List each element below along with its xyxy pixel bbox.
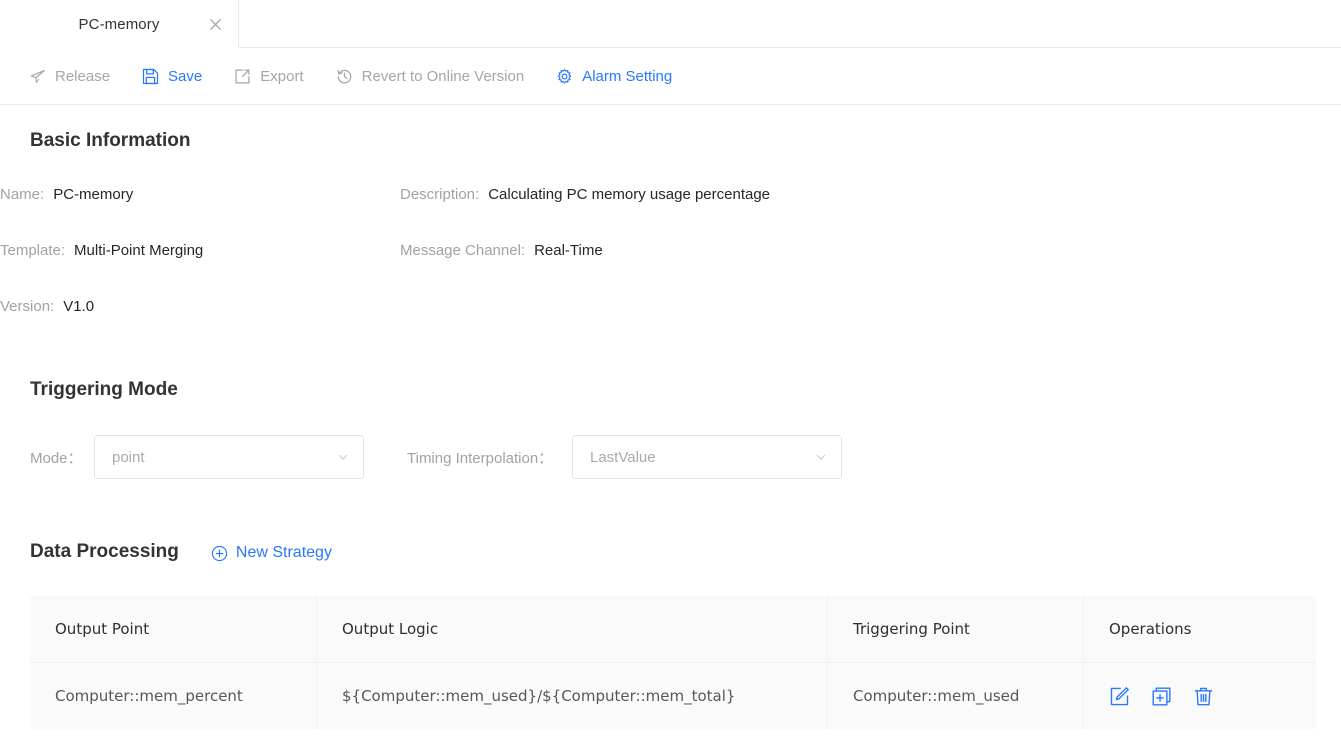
edit-icon[interactable]: [1109, 686, 1130, 707]
revert-label: Revert to Online Version: [362, 68, 525, 85]
message-channel-value: Real-Time: [534, 242, 603, 259]
column-header-output-logic: Output Logic: [317, 596, 828, 662]
cell-output-logic: ${Computer::mem_used}/${Computer::mem_to…: [317, 663, 828, 729]
mode-select-value: point: [112, 449, 145, 466]
delete-icon[interactable]: [1193, 686, 1214, 707]
tab-label: PC-memory: [14, 16, 206, 33]
data-processing-title: Data Processing: [30, 541, 179, 563]
description-value: Calculating PC memory usage percentage: [488, 186, 770, 203]
release-button[interactable]: Release: [29, 68, 110, 85]
mode-select[interactable]: point: [94, 435, 364, 479]
action-toolbar: Release Save Export: [0, 48, 1341, 105]
alarm-setting-button[interactable]: Alarm Setting: [556, 68, 672, 85]
save-label: Save: [168, 68, 202, 85]
field-version: Version: V1.0: [0, 298, 103, 315]
timing-interpolation-label: Timing Interpolation：: [407, 447, 553, 468]
copy-add-icon[interactable]: [1151, 686, 1172, 707]
triggering-mode-title: Triggering Mode: [30, 379, 178, 401]
basic-information-title: Basic Information: [30, 130, 190, 152]
table-row: Computer::mem_percent ${Computer::mem_us…: [30, 662, 1316, 729]
triggering-mode-controls: Mode： point Timing Interpolation： LastVa…: [0, 435, 1341, 479]
gear-icon: [556, 68, 573, 85]
template-label: Template:: [0, 242, 65, 259]
save-icon: [142, 68, 159, 85]
cell-output-point: Computer::mem_percent: [30, 663, 317, 729]
info-row-3: Version: V1.0: [0, 298, 1341, 354]
name-value: PC-memory: [53, 186, 133, 203]
data-processing-table: Output Point Output Logic Triggering Poi…: [30, 596, 1316, 729]
release-label: Release: [55, 68, 110, 85]
export-icon: [234, 68, 251, 85]
field-template: Template: Multi-Point Merging: [0, 242, 103, 259]
tab-pc-memory[interactable]: PC-memory: [0, 0, 239, 48]
timing-interpolation-select[interactable]: LastValue: [572, 435, 842, 479]
timing-interpolation-select-value: LastValue: [590, 449, 656, 466]
data-processing-header: Data Processing New Strategy: [30, 541, 332, 563]
name-label: Name:: [0, 186, 44, 203]
table-header-row: Output Point Output Logic Triggering Poi…: [30, 596, 1316, 662]
close-icon[interactable]: [206, 15, 224, 33]
save-button[interactable]: Save: [142, 68, 202, 85]
export-label: Export: [260, 68, 303, 85]
cell-operations: [1084, 663, 1316, 729]
column-header-operations: Operations: [1084, 596, 1316, 662]
cell-triggering-point: Computer::mem_used: [828, 663, 1084, 729]
export-button[interactable]: Export: [234, 68, 303, 85]
table-body: Computer::mem_percent ${Computer::mem_us…: [30, 662, 1316, 729]
send-icon: [29, 68, 46, 85]
info-row-2: Template: Multi-Point Merging Message Ch…: [0, 242, 1341, 298]
tab-bar: PC-memory: [0, 0, 1341, 48]
version-value: V1.0: [63, 298, 94, 315]
basic-information-fields: Name: PC-memory Description: Calculating…: [0, 186, 1341, 354]
version-label: Version:: [0, 298, 54, 315]
mode-label: Mode：: [30, 447, 83, 468]
new-strategy-label: New Strategy: [236, 544, 332, 562]
column-header-triggering-point: Triggering Point: [828, 596, 1084, 662]
info-row-1: Name: PC-memory Description: Calculating…: [0, 186, 1341, 242]
chevron-down-icon: [814, 450, 828, 464]
plus-circle-icon: [211, 545, 228, 562]
field-message-channel: Message Channel: Real-Time: [400, 242, 578, 259]
new-strategy-button[interactable]: New Strategy: [211, 544, 332, 562]
message-channel-label: Message Channel:: [400, 242, 525, 259]
description-label: Description:: [400, 186, 479, 203]
column-header-output-point: Output Point: [30, 596, 317, 662]
template-value: Multi-Point Merging: [74, 242, 203, 259]
field-description: Description: Calculating PC memory usage…: [400, 186, 578, 203]
history-icon: [336, 68, 353, 85]
field-name: Name: PC-memory: [0, 186, 103, 203]
chevron-down-icon: [336, 450, 350, 464]
revert-to-online-version-button[interactable]: Revert to Online Version: [336, 68, 525, 85]
alarm-setting-label: Alarm Setting: [582, 68, 672, 85]
